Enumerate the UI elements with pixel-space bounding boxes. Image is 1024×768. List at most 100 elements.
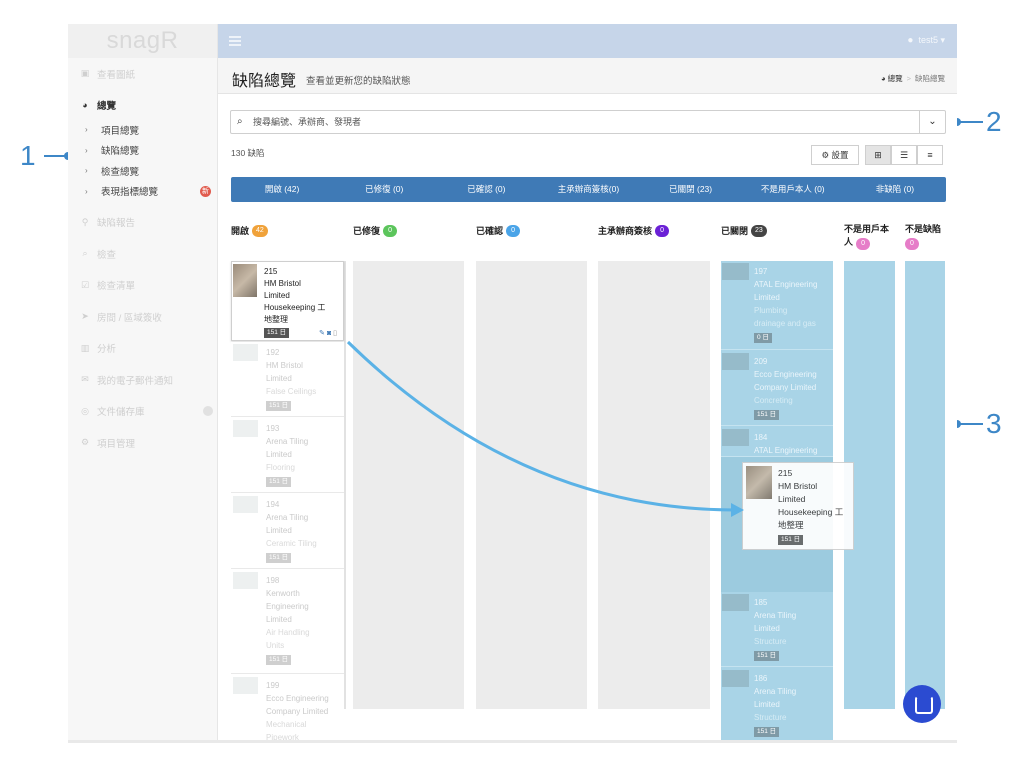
defect-card[interactable]: 194 Arena Tiling Limited Ceramic Tiling … <box>231 494 344 569</box>
sidebar-subitem-kpi[interactable]: › 表現指標總覽 新 <box>68 181 217 202</box>
contractor-line3: Limited <box>266 615 292 624</box>
checklist-icon: ☑ <box>80 279 90 290</box>
defect-card[interactable]: 185 Arena Tiling Limited Structure 151 日 <box>721 592 833 667</box>
defect-card[interactable]: 193 Arena Tiling Limited Flooring 151 日 <box>231 418 344 493</box>
dragged-defect-card[interactable]: 215 HM Bristol Limited Housekeeping 工 地整… <box>742 462 854 550</box>
card-details: 194 Arena Tiling Limited Ceramic Tiling … <box>266 498 344 563</box>
settings-button[interactable]: ⚙ 設置 <box>811 145 859 165</box>
tab-not-owner[interactable]: 不是用戶本人 (0) <box>742 177 844 202</box>
storage-icon: ◎ <box>81 405 89 416</box>
gear-icon: ⚙ <box>821 150 830 160</box>
column-confirmed[interactable] <box>476 261 587 709</box>
chat-launcher-button[interactable] <box>903 685 941 723</box>
contractor-line2: Limited <box>266 374 292 383</box>
callout-2: 2 <box>986 106 1002 137</box>
defect-card[interactable]: 198 Kenworth Engineering Limited Air Han… <box>231 570 344 674</box>
trash-icon[interactable]: ▯ <box>333 330 337 337</box>
sidebar-subitem-defects[interactable]: › 缺陷總覽 <box>68 140 217 161</box>
defect-card[interactable]: 192 HM Bristol Limited False Ceilings 15… <box>231 342 344 417</box>
column-main-contractor[interactable] <box>598 261 710 709</box>
defect-card[interactable]: 215 HM Bristol Limited Housekeeping 工 地整… <box>231 261 344 341</box>
sidebar-item-analytics[interactable]: ▥ 分析 <box>68 333 217 365</box>
defect-photo <box>722 263 749 280</box>
card-details: 193 Arena Tiling Limited Flooring 151 日 <box>266 422 344 487</box>
sidebar-item-defect-report[interactable]: ⚲ 缺陷報告 <box>68 207 217 239</box>
sidebar-item-label: 房間 / 區域簽收 <box>97 312 162 324</box>
sidebar-item-storage[interactable]: ◎ 文件儲存庫 <box>68 396 217 428</box>
trade: Plumbing <box>754 306 788 315</box>
list-icon: ☰ <box>899 150 909 160</box>
trade: Ceramic Tiling <box>266 539 317 548</box>
defect-card[interactable]: 199 Ecco Engineering Company Limited Mec… <box>231 675 344 743</box>
sidebar-item-drawings[interactable]: ▣ 查看圖紙 <box>68 58 217 90</box>
column-title: 主承辦商簽核 <box>598 226 653 236</box>
sidebar-item-overview[interactable]: ◕ 總覽 <box>68 90 217 120</box>
defect-card[interactable]: 184 ATAL Engineering <box>721 427 833 457</box>
breadcrumb-current: 缺陷總覽 <box>915 74 945 83</box>
tab-confirmed[interactable]: 已確認 (0) <box>435 177 537 202</box>
logo[interactable]: snagR <box>68 24 217 58</box>
sidebar-subitem-projects[interactable]: › 項目總覽 <box>68 120 217 141</box>
edit-icon[interactable]: ✎ <box>319 330 325 337</box>
sidebar-item-label: 查看圖紙 <box>97 69 136 81</box>
sidebar-item-signoff[interactable]: ➤ 房間 / 區域簽收 <box>68 301 217 333</box>
column-title: 已修復 <box>353 226 381 236</box>
breadcrumb-home[interactable]: 總覽 <box>888 74 903 83</box>
contractor-line2: Limited <box>754 700 780 709</box>
defect-id: 184 <box>754 433 768 442</box>
contractor: Ecco Engineering <box>266 694 329 703</box>
tab-closed[interactable]: 已關閉 (23) <box>640 177 742 202</box>
tab-not-defect[interactable]: 非缺陷 (0) <box>844 177 946 202</box>
image-icon: ▣ <box>80 68 90 79</box>
tab-fixed[interactable]: 已修復 (0) <box>333 177 435 202</box>
search-input[interactable] <box>253 112 913 132</box>
column-fixed[interactable] <box>353 261 464 709</box>
contractor: Arena Tiling <box>266 437 309 446</box>
defect-id: 194 <box>266 500 280 509</box>
card-details: 185 Arena Tiling Limited Structure 151 日 <box>754 596 833 661</box>
column-not-defect[interactable] <box>905 261 945 709</box>
trade: Concreting <box>754 396 793 405</box>
trade: Housekeeping 工 <box>778 507 844 517</box>
sidebar-item-label: 檢查 <box>97 249 117 261</box>
tab-open[interactable]: 開啟 (42) <box>231 177 333 202</box>
defect-card[interactable]: 186 Arena Tiling Limited Structure 151 日 <box>721 668 833 743</box>
page-header: 缺陷總覽 查看並更新您的缺陷狀態 ◕ 總覽 > 缺陷總覽 <box>218 58 957 94</box>
sidebar-item-label: 我的電子郵件通知 <box>97 375 174 387</box>
dashboard-icon: ◕ <box>82 99 88 110</box>
horizontal-scrollbar[interactable] <box>68 740 957 743</box>
days-badge: 151 日 <box>754 410 780 420</box>
contractor: HM Bristol <box>778 481 818 491</box>
tab-main-contractor[interactable]: 主承辦商簽核(0) <box>537 177 639 202</box>
sidebar-item-email[interactable]: ✉ 我的電子郵件通知 <box>68 364 217 396</box>
compact-view-button[interactable]: ≡ <box>917 145 943 165</box>
user-menu[interactable]: ● test5 ▾ <box>907 35 945 46</box>
sidebar-subitem-inspections[interactable]: › 檢查總覽 <box>68 161 217 182</box>
column-title: 已關閉 <box>721 226 749 236</box>
defect-card[interactable]: 197 ATAL Engineering Limited Plumbing dr… <box>721 261 833 350</box>
grid-icon: ⊞ <box>874 150 882 160</box>
top-bar: ● test5 ▾ <box>218 24 957 58</box>
contractor-line2: Engineering <box>266 602 309 611</box>
defect-photo <box>722 429 749 446</box>
column-count-badge: 0 <box>905 238 919 250</box>
page-title: 缺陷總覽 <box>232 73 297 90</box>
chevron-down-icon[interactable]: ⌄ <box>919 111 945 133</box>
hamburger-menu-icon[interactable] <box>229 36 241 46</box>
sidebar-item-checklist[interactable]: ☑ 檢查清單 <box>68 270 217 302</box>
pin-icon: ⚲ <box>81 216 89 227</box>
chevron-right-icon: › <box>85 125 88 135</box>
defect-card[interactable]: 209 Ecco Engineering Company Limited Con… <box>721 351 833 426</box>
column-scrollbar[interactable] <box>344 261 346 709</box>
storage-badge <box>203 406 213 417</box>
sidebar-item-project-admin[interactable]: ⚙ 項目管理 <box>68 427 217 459</box>
trade-line2: 地整理 <box>778 520 804 530</box>
contractor: Ecco Engineering <box>754 370 817 379</box>
camera-icon[interactable]: ◙ <box>327 330 331 337</box>
column-header-confirmed: 已確認 0 <box>476 224 521 237</box>
gears-icon: ⚙ <box>80 437 90 448</box>
sidebar-item-inspect[interactable]: ⌕ 檢查 <box>68 238 217 270</box>
list-view-button[interactable]: ☰ <box>891 145 917 165</box>
defect-id: 185 <box>754 598 768 607</box>
board-view-button[interactable]: ⊞ <box>865 145 891 165</box>
